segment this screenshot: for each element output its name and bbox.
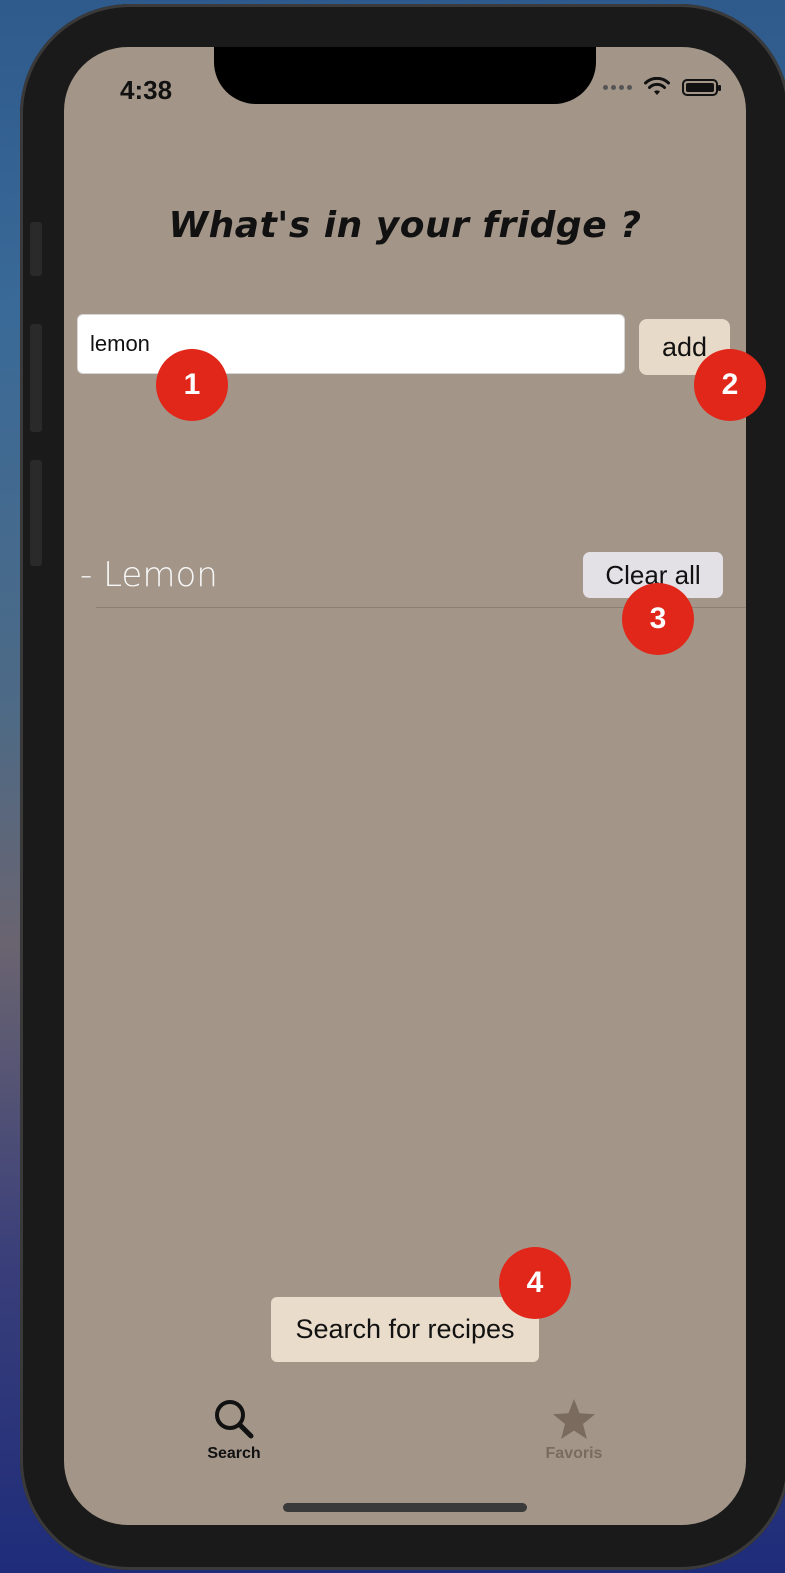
page-title: What's in your fridge ? (168, 205, 642, 246)
annotation-badge-3: 3 (622, 583, 694, 655)
wifi-icon (644, 77, 670, 95)
ingredient-list-item: - Lemon (80, 555, 218, 595)
status-time: 4:38 (120, 75, 173, 105)
search-icon (215, 1400, 254, 1439)
ingredient-input[interactable]: lemon (77, 314, 625, 374)
tab-search-label: Search (207, 1445, 261, 1462)
annotation-badge-2: 2 (694, 349, 766, 421)
signal-icon (603, 84, 632, 90)
volume-up-button (30, 324, 42, 432)
tab-favoris-label: Favoris (545, 1445, 603, 1462)
mute-switch (30, 222, 42, 276)
volume-down-button (30, 460, 42, 566)
tab-favoris[interactable]: Favoris (514, 1397, 634, 1463)
status-icons (603, 77, 721, 97)
annotation-badge-4: 4 (499, 1247, 571, 1319)
star-icon (553, 1399, 595, 1439)
battery-icon (682, 78, 721, 96)
search-recipes-button[interactable]: Search for recipes (271, 1297, 539, 1362)
annotation-badge-1: 1 (156, 349, 228, 421)
tab-search[interactable]: Search (174, 1397, 294, 1463)
notch (214, 47, 596, 104)
app-screen: 4:38 What's in your fridge ? lemon add -… (64, 47, 746, 1525)
home-indicator[interactable] (283, 1503, 527, 1512)
